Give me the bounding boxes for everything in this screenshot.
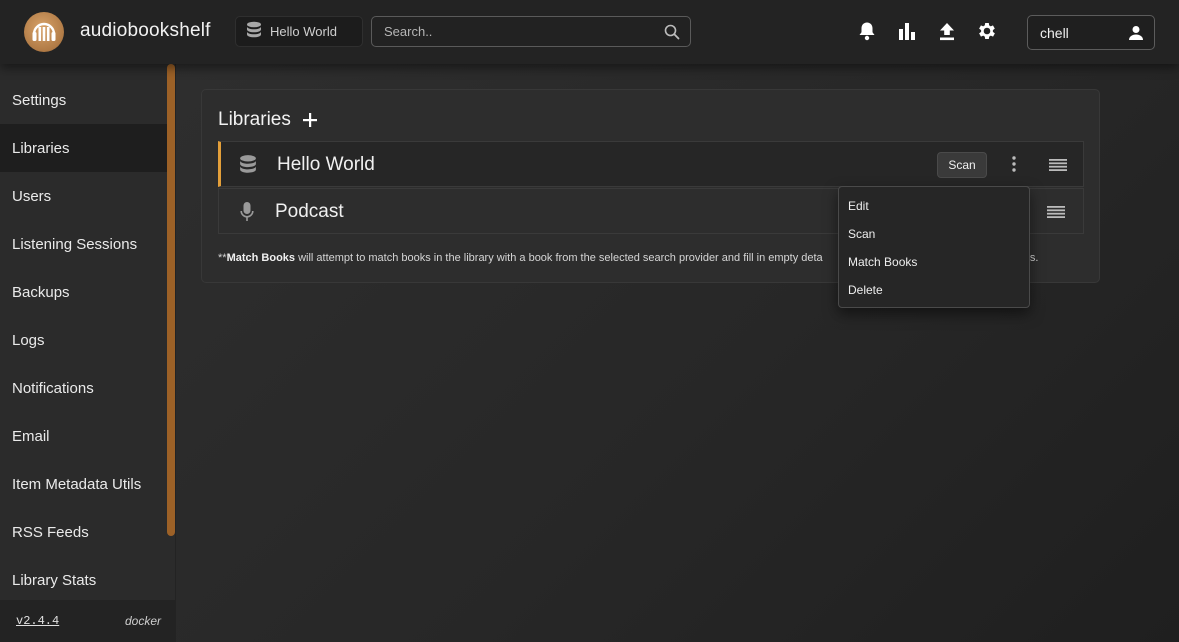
sidebar-item-notifications[interactable]: Notifications — [0, 364, 167, 412]
sidebar-item-settings[interactable]: Settings — [0, 76, 167, 124]
sidebar-item-listening-sessions[interactable]: Listening Sessions — [0, 220, 167, 268]
version-link[interactable]: v2.4.4 — [16, 614, 59, 628]
sidebar-item-backups[interactable]: Backups — [0, 268, 167, 316]
user-icon — [1128, 25, 1144, 44]
gear-icon[interactable] — [976, 20, 998, 42]
search-box — [371, 16, 691, 47]
sidebar-footer: v2.4.4 docker — [0, 600, 176, 642]
stats-icon[interactable] — [896, 20, 918, 42]
sidebar-item-rss-feeds[interactable]: RSS Feeds — [0, 508, 167, 556]
sidebar-item-email[interactable]: Email — [0, 412, 167, 460]
library-selector[interactable]: Hello World — [235, 16, 363, 47]
drag-handle-icon[interactable] — [1047, 205, 1065, 223]
sidebar-item-users[interactable]: Users — [0, 172, 167, 220]
scan-button[interactable]: Scan — [937, 152, 987, 178]
sidebar-item-item-metadata-utils[interactable]: Item Metadata Utils — [0, 460, 167, 508]
database-icon — [246, 21, 262, 42]
page-title: Libraries — [218, 109, 291, 130]
app-title: audiobookshelf — [80, 20, 211, 41]
sidebar-item-library-stats[interactable]: Library Stats — [0, 556, 167, 604]
sidebar-item-logs[interactable]: Logs — [0, 316, 167, 364]
library-selector-label: Hello World — [270, 24, 337, 39]
menu-item-delete[interactable]: Delete — [839, 276, 1029, 304]
settings-sidebar: Settings Libraries Users Listening Sessi… — [0, 64, 176, 642]
microphone-icon — [240, 201, 254, 228]
user-menu-button[interactable]: chell — [1027, 15, 1155, 50]
library-name: Hello World — [277, 154, 375, 175]
database-icon — [239, 154, 257, 180]
sidebar-item-libraries[interactable]: Libraries — [0, 124, 167, 172]
build-label: docker — [124, 614, 161, 628]
app-bar: audiobookshelf Hello World Search.. chel… — [0, 0, 1179, 64]
drag-handle-icon[interactable] — [1049, 158, 1067, 176]
username-label: chell — [1040, 24, 1069, 41]
search-input[interactable] — [372, 17, 690, 46]
menu-item-edit[interactable]: Edit — [839, 192, 1029, 220]
upload-icon[interactable] — [936, 20, 958, 42]
library-row-hello-world[interactable]: Hello World Scan — [218, 141, 1084, 187]
add-library-button[interactable] — [301, 111, 319, 129]
plus-icon — [302, 113, 317, 127]
more-vertical-icon[interactable] — [1011, 156, 1017, 177]
menu-item-scan[interactable]: Scan — [839, 220, 1029, 248]
libraries-header: Libraries — [218, 109, 319, 131]
bell-icon[interactable] — [856, 20, 878, 42]
sidebar-scrollbar[interactable] — [167, 64, 175, 536]
menu-item-match-books[interactable]: Match Books — [839, 248, 1029, 276]
library-name: Podcast — [275, 201, 344, 222]
search-icon[interactable] — [664, 24, 680, 45]
main-content: Libraries Hello World Scan Podcast **Mat… — [176, 64, 1179, 642]
audiobookshelf-logo-icon[interactable] — [24, 12, 64, 52]
library-context-menu: Edit Scan Match Books Delete — [838, 186, 1030, 308]
